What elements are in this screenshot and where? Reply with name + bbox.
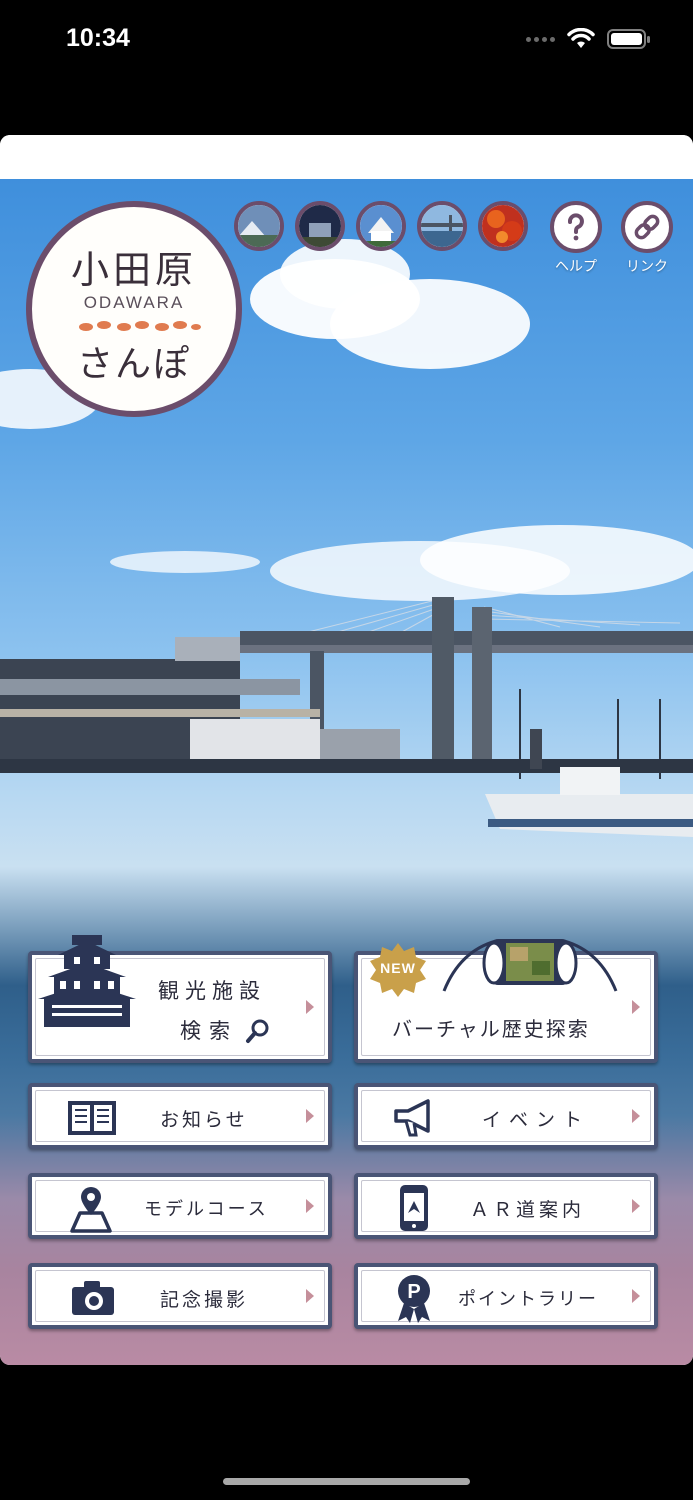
harbor-bridge-photo[interactable]: [417, 201, 467, 251]
megaphone-icon: [394, 1099, 430, 1137]
ar-navigation-label: ＡＲ道案内: [470, 1199, 586, 1221]
chevron-right-icon: [306, 1000, 314, 1014]
sightseeing-label-line1: 観光施設: [158, 979, 266, 1003]
new-badge-label: NEW: [380, 960, 416, 976]
open-book-icon: [68, 1101, 116, 1135]
logo-kana: さんぽ: [76, 344, 191, 385]
sightseeing-label-line2: 検索: [180, 1019, 238, 1043]
help-label: ヘルプ: [555, 259, 597, 275]
medal-p-icon: P: [398, 1275, 430, 1323]
ar-navigation-button[interactable]: ＡＲ道案内: [354, 1173, 658, 1239]
status-bar: 10:34: [0, 0, 693, 80]
chevron-right-icon: [632, 1289, 640, 1303]
odawara-castle-photo[interactable]: [356, 201, 406, 251]
event-button[interactable]: イベント: [354, 1083, 658, 1149]
model-course-label: モデルコース: [144, 1199, 269, 1220]
cloud-shape: [280, 239, 410, 309]
wifi-icon: [567, 28, 595, 48]
point-rally-label: ポイントラリー: [458, 1289, 598, 1310]
point-rally-button[interactable]: P ポイントラリー: [354, 1263, 658, 1329]
photo-button[interactable]: 記念撮影: [28, 1263, 332, 1329]
chain-link-icon: [634, 214, 660, 240]
hands-smartphone-icon: [442, 939, 618, 992]
night-castle-photo[interactable]: [295, 201, 345, 251]
status-time: 10:34: [66, 24, 130, 52]
svg-text:P: P: [407, 1281, 420, 1303]
chevron-right-icon: [306, 1109, 314, 1123]
map-pin-icon: [70, 1187, 112, 1233]
help-button[interactable]: ヘルプ: [548, 201, 604, 276]
cellular-signal-icon: [526, 36, 555, 42]
home-indicator[interactable]: [223, 1478, 470, 1485]
model-course-button[interactable]: モデルコース: [28, 1173, 332, 1239]
top-bar: [0, 135, 693, 179]
chevron-right-icon: [632, 1000, 640, 1014]
mount-fuji-photo[interactable]: [234, 201, 284, 251]
footprints-icon: [79, 321, 201, 331]
camera-icon: [72, 1281, 114, 1315]
cloud-shape: [110, 551, 260, 573]
help-circle: [550, 201, 602, 253]
chevron-right-icon: [632, 1199, 640, 1213]
link-button[interactable]: リンク: [619, 201, 675, 276]
smartphone-icon: [400, 1185, 428, 1231]
event-label: イベント: [482, 1109, 591, 1131]
chevron-right-icon: [306, 1199, 314, 1213]
chevron-right-icon: [632, 1109, 640, 1123]
news-label: お知らせ: [160, 1109, 248, 1131]
link-label: リンク: [626, 259, 668, 275]
link-circle: [621, 201, 673, 253]
castle-icon: [38, 935, 136, 1027]
battery-icon: [607, 29, 650, 49]
bridge-harbor-illustration: [0, 597, 693, 837]
question-icon: [568, 213, 584, 241]
chevron-right-icon: [306, 1289, 314, 1303]
news-button[interactable]: お知らせ: [28, 1083, 332, 1149]
autumn-leaves-photo[interactable]: [478, 201, 528, 251]
virtual-history-label: バーチャル歴史探索: [392, 1017, 590, 1041]
logo-kanji: 小田原: [70, 248, 197, 292]
photo-label: 記念撮影: [160, 1289, 249, 1311]
magnifier-icon: [246, 1019, 269, 1043]
app-frame: 小田原 ODAWARA さんぽ ヘルプ リンク 観光施設 検索 バーチャル歴史探…: [0, 135, 693, 1365]
status-icons: [526, 28, 651, 50]
logo-roman: ODAWARA: [83, 293, 185, 312]
harbor-background: 小田原 ODAWARA さんぽ ヘルプ リンク 観光施設 検索 バーチャル歴史探…: [0, 179, 693, 1365]
app-logo: 小田原 ODAWARA さんぽ: [26, 201, 242, 417]
